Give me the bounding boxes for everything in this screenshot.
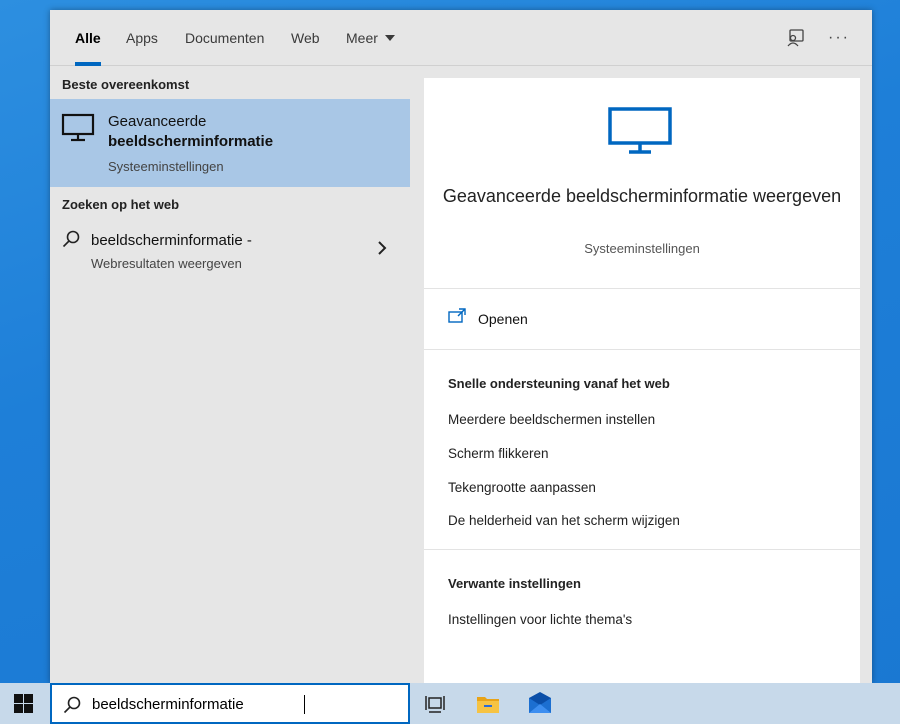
- chevron-right-icon[interactable]: [377, 240, 387, 256]
- file-explorer-icon[interactable]: [476, 692, 500, 716]
- search-icon: [62, 230, 80, 248]
- best-match-title-line1: Geavanceerde: [108, 113, 207, 130]
- text-caret: [304, 695, 305, 714]
- best-match-subtitle: Systeeminstellingen: [108, 159, 224, 174]
- web-help-heading: Snelle ondersteuning vanaf het web: [448, 376, 670, 391]
- tab-documents[interactable]: Documenten: [185, 10, 264, 66]
- tab-more-label: Meer: [346, 30, 378, 46]
- best-match-result[interactable]: Geavanceerde beeldscherminformatie Syste…: [50, 99, 410, 187]
- best-match-title-line2: beeldscherminformatie: [108, 133, 274, 150]
- preview-title: Geavanceerde beeldscherminformatie weerg…: [442, 186, 842, 206]
- taskbar-search-box[interactable]: beeldscherminformatie: [50, 683, 410, 724]
- preview-panel: Geavanceerde beeldscherminformatie weerg…: [424, 78, 860, 683]
- caret-down-icon: [384, 35, 395, 41]
- help-link[interactable]: De helderheid van het scherm wijzigen: [448, 513, 680, 528]
- related-setting-link[interactable]: Instellingen voor lichte thema's: [448, 612, 632, 627]
- web-result-title: beeldscherminformatie -: [91, 232, 252, 249]
- open-label: Openen: [478, 311, 528, 327]
- web-search-result[interactable]: beeldscherminformatie - Webresultaten we…: [50, 222, 410, 278]
- task-view-icon[interactable]: [424, 692, 448, 716]
- tab-web-label: Web: [291, 30, 320, 46]
- open-action[interactable]: Openen: [448, 306, 648, 334]
- help-link[interactable]: Tekengrootte aanpassen: [448, 480, 596, 495]
- help-link[interactable]: Scherm flikkeren: [448, 446, 549, 461]
- tab-all-label: Alle: [75, 30, 101, 46]
- search-input[interactable]: beeldscherminformatie: [92, 696, 392, 713]
- taskbar: beeldscherminformatie: [0, 683, 900, 724]
- more-options-icon[interactable]: ···: [827, 26, 851, 50]
- search-icon: [63, 696, 81, 714]
- search-tab-bar: Alle Apps Documenten Web Meer ···: [50, 10, 872, 66]
- feedback-icon[interactable]: [784, 26, 808, 50]
- tab-all[interactable]: Alle: [75, 10, 101, 66]
- tab-documents-label: Documenten: [185, 30, 265, 46]
- help-link[interactable]: Meerdere beeldschermen instellen: [448, 412, 655, 427]
- related-settings-heading: Verwante instellingen: [448, 576, 581, 591]
- tab-more[interactable]: Meer: [346, 10, 395, 66]
- open-icon: [448, 308, 466, 323]
- monitor-icon: [608, 107, 672, 154]
- preview-subtitle: Systeeminstellingen: [584, 241, 700, 256]
- monitor-icon: [61, 113, 95, 142]
- results-panel: Beste overeenkomst Geavanceerde beeldsch…: [50, 66, 410, 683]
- best-match-heading: Beste overeenkomst: [62, 77, 190, 92]
- web-result-subtitle: Webresultaten weergeven: [91, 256, 242, 271]
- tab-apps-label: Apps: [126, 30, 158, 46]
- search-window: Alle Apps Documenten Web Meer ··· Beste …: [50, 10, 872, 683]
- web-search-heading: Zoeken op het web: [62, 197, 180, 212]
- mail-icon[interactable]: [528, 692, 552, 716]
- divider: [424, 349, 860, 350]
- tab-apps[interactable]: Apps: [126, 10, 158, 66]
- divider: [424, 288, 860, 289]
- windows-start-icon[interactable]: [14, 694, 33, 713]
- tab-web[interactable]: Web: [291, 10, 320, 66]
- divider: [424, 549, 860, 550]
